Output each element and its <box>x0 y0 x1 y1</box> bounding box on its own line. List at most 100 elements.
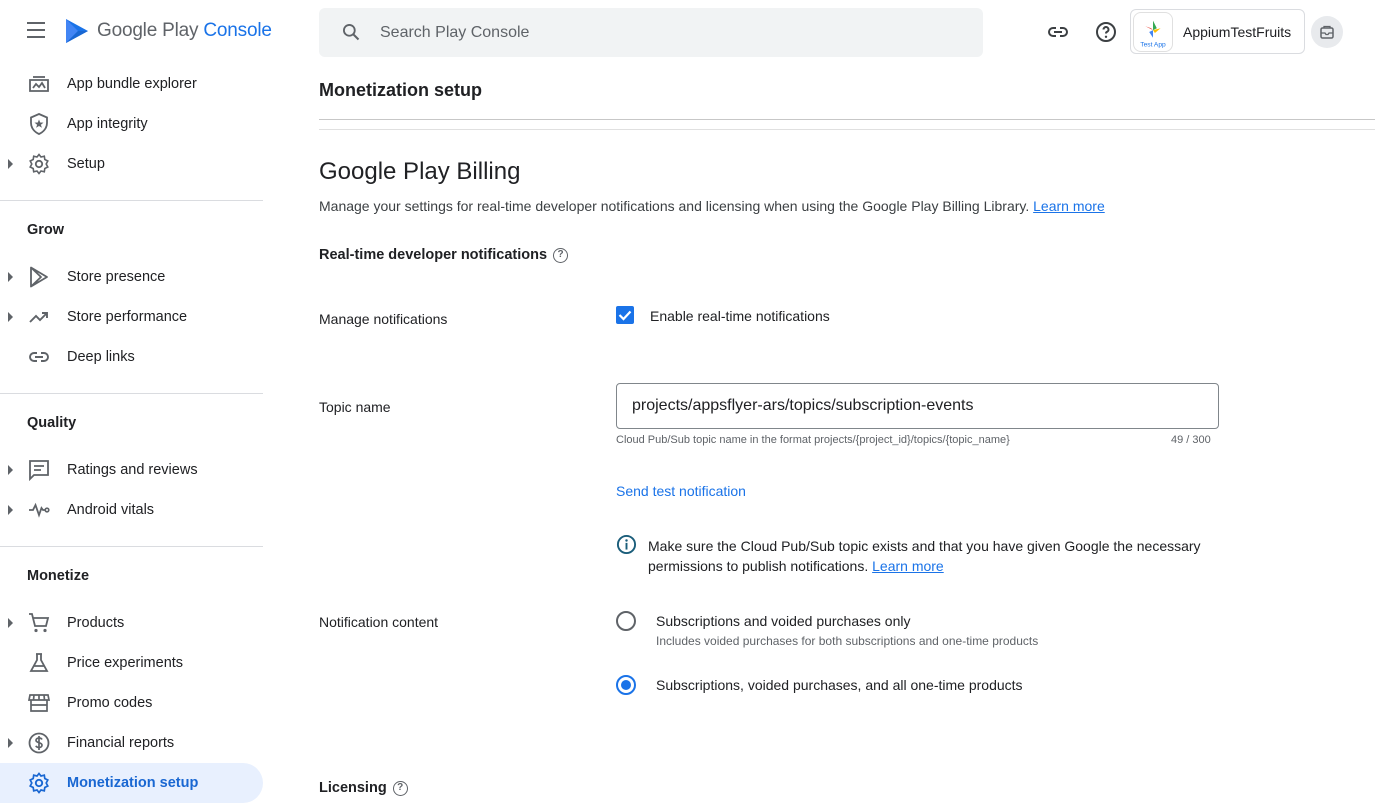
section-title-quality: Quality <box>27 415 77 431</box>
info-learn-more-link[interactable]: Learn more <box>872 558 944 574</box>
sidebar-item-app-integrity[interactable]: App integrity <box>0 104 263 144</box>
sidebar-item-store-presence[interactable]: Store presence <box>0 257 263 297</box>
checkmark-icon <box>618 310 632 321</box>
play-console-logo[interactable]: Google Play Console <box>64 17 272 45</box>
search-icon <box>343 24 360 41</box>
sidebar-item-promo-codes[interactable]: Promo codes <box>0 683 263 723</box>
learn-more-link[interactable]: Learn more <box>1033 198 1105 214</box>
option-label[interactable]: Subscriptions and voided purchases only <box>656 613 911 629</box>
play-logo-icon <box>66 19 88 43</box>
logo-text: Google Play Console <box>97 20 272 41</box>
sidebar-item-deep-links[interactable]: Deep links <box>0 337 263 377</box>
licensing-heading: Licensing ? <box>319 780 408 796</box>
sidebar-divider <box>0 393 263 394</box>
info-message: Make sure the Cloud Pub/Sub topic exists… <box>648 536 1248 576</box>
flask-icon <box>29 653 49 672</box>
sidebar-item-label: Monetization setup <box>67 775 199 791</box>
reviews-icon <box>29 460 49 482</box>
sidebar-item-app-bundle-explorer[interactable]: App bundle explorer <box>0 64 263 104</box>
sidebar-item-label: Price experiments <box>67 655 184 671</box>
search-bar[interactable] <box>319 8 983 57</box>
trending-icon <box>29 312 48 323</box>
sidebar-divider <box>0 546 263 547</box>
section-description: Manage your settings for real-time devel… <box>319 198 1105 214</box>
topic-hint: Cloud Pub/Sub topic name in the format p… <box>616 434 1010 446</box>
vitals-icon <box>29 502 50 518</box>
expand-arrow-icon[interactable] <box>8 312 13 322</box>
topic-char-counter: 49 / 300 <box>1171 434 1211 446</box>
link-icon <box>29 352 49 362</box>
link-icon[interactable] <box>1046 20 1070 44</box>
dollar-icon <box>28 732 50 754</box>
radio-all-products[interactable] <box>616 675 636 695</box>
expand-arrow-icon[interactable] <box>8 465 13 475</box>
help-icon[interactable] <box>1094 20 1118 44</box>
notification-content-label: Notification content <box>319 614 439 630</box>
shield-icon <box>30 113 48 135</box>
radio-subscriptions-voided-only[interactable] <box>616 611 636 631</box>
app-selector[interactable]: Test App AppiumTestFruits <box>1130 9 1305 54</box>
section-title-grow: Grow <box>27 222 65 238</box>
main-content: Monetization setup Google Play Billing M… <box>319 64 1375 811</box>
sidebar-divider <box>0 200 263 201</box>
sidebar-item-ratings-reviews[interactable]: Ratings and reviews <box>0 450 263 490</box>
section-title-monetize: Monetize <box>27 568 90 584</box>
sidebar-item-label: App bundle explorer <box>67 76 197 92</box>
search-input[interactable] <box>380 8 960 57</box>
sidebar-item-label: Products <box>67 615 125 631</box>
expand-arrow-icon[interactable] <box>8 618 13 628</box>
sidebar-item-price-experiments[interactable]: Price experiments <box>0 643 263 683</box>
gear-icon <box>29 153 49 175</box>
play-icon <box>30 266 48 288</box>
description-text: Manage your settings for real-time devel… <box>319 198 1030 214</box>
rtdn-title: Real-time developer notifications <box>319 247 548 263</box>
sidebar-item-label: App integrity <box>67 116 148 132</box>
pinwheel-icon: Test App <box>1140 20 1166 48</box>
sidebar-item-store-performance[interactable]: Store performance <box>0 297 263 337</box>
sidebar-item-monetization-setup[interactable]: Monetization setup <box>0 763 263 803</box>
sidebar-item-setup[interactable]: Setup <box>0 144 263 184</box>
send-test-notification-button[interactable]: Send test notification <box>616 483 746 499</box>
topic-name-field[interactable] <box>616 383 1219 429</box>
svg-text:Test App: Test App <box>1140 41 1166 48</box>
expand-arrow-icon[interactable] <box>8 738 13 748</box>
sidebar-item-label: Deep links <box>67 349 135 365</box>
store-icon <box>27 694 51 712</box>
licensing-title: Licensing <box>319 780 387 796</box>
sidebar-item-products[interactable]: Products <box>0 603 263 643</box>
sidebar-item-label: Financial reports <box>67 735 175 751</box>
app-bundle-icon <box>29 76 49 92</box>
rtdn-heading: Real-time developer notifications ? <box>319 247 569 263</box>
enable-notifications-label[interactable]: Enable real-time notifications <box>650 308 830 324</box>
cart-icon <box>29 613 50 633</box>
sidebar-item-label: Ratings and reviews <box>67 462 198 478</box>
notifications-button[interactable] <box>1311 16 1343 48</box>
sidebar-item-android-vitals[interactable]: Android vitals <box>0 490 263 530</box>
topic-name-input[interactable] <box>632 384 1202 428</box>
sidebar-item-financial-reports[interactable]: Financial reports <box>0 723 263 763</box>
gear-icon <box>29 772 49 794</box>
topic-name-label: Topic name <box>319 399 391 415</box>
inbox-icon <box>1320 25 1334 39</box>
top-bar: Google Play Console Test App AppiumTestF… <box>0 0 1375 64</box>
header-divider <box>319 119 1375 120</box>
enable-notifications-checkbox[interactable] <box>616 306 634 324</box>
sidebar-item-label: Store presence <box>67 269 166 285</box>
sidebar-item-label: Promo codes <box>67 695 153 711</box>
info-icon <box>616 534 637 555</box>
app-name: AppiumTestFruits <box>1183 23 1292 40</box>
expand-arrow-icon[interactable] <box>8 159 13 169</box>
help-icon[interactable]: ? <box>553 247 569 263</box>
help-icon[interactable]: ? <box>392 780 408 796</box>
option-sublabel: Includes voided purchases for both subsc… <box>656 634 1039 648</box>
header-divider <box>319 129 1375 130</box>
menu-icon[interactable] <box>27 22 49 42</box>
expand-arrow-icon[interactable] <box>8 505 13 515</box>
page-title: Monetization setup <box>319 80 482 100</box>
expand-arrow-icon[interactable] <box>8 272 13 282</box>
app-icon: Test App <box>1133 11 1173 52</box>
option-label[interactable]: Subscriptions, voided purchases, and all… <box>656 677 1023 693</box>
section-heading: Google Play Billing <box>319 158 521 185</box>
sidebar-item-label: Store performance <box>67 309 188 325</box>
sidebar-item-label: Setup <box>67 156 105 172</box>
